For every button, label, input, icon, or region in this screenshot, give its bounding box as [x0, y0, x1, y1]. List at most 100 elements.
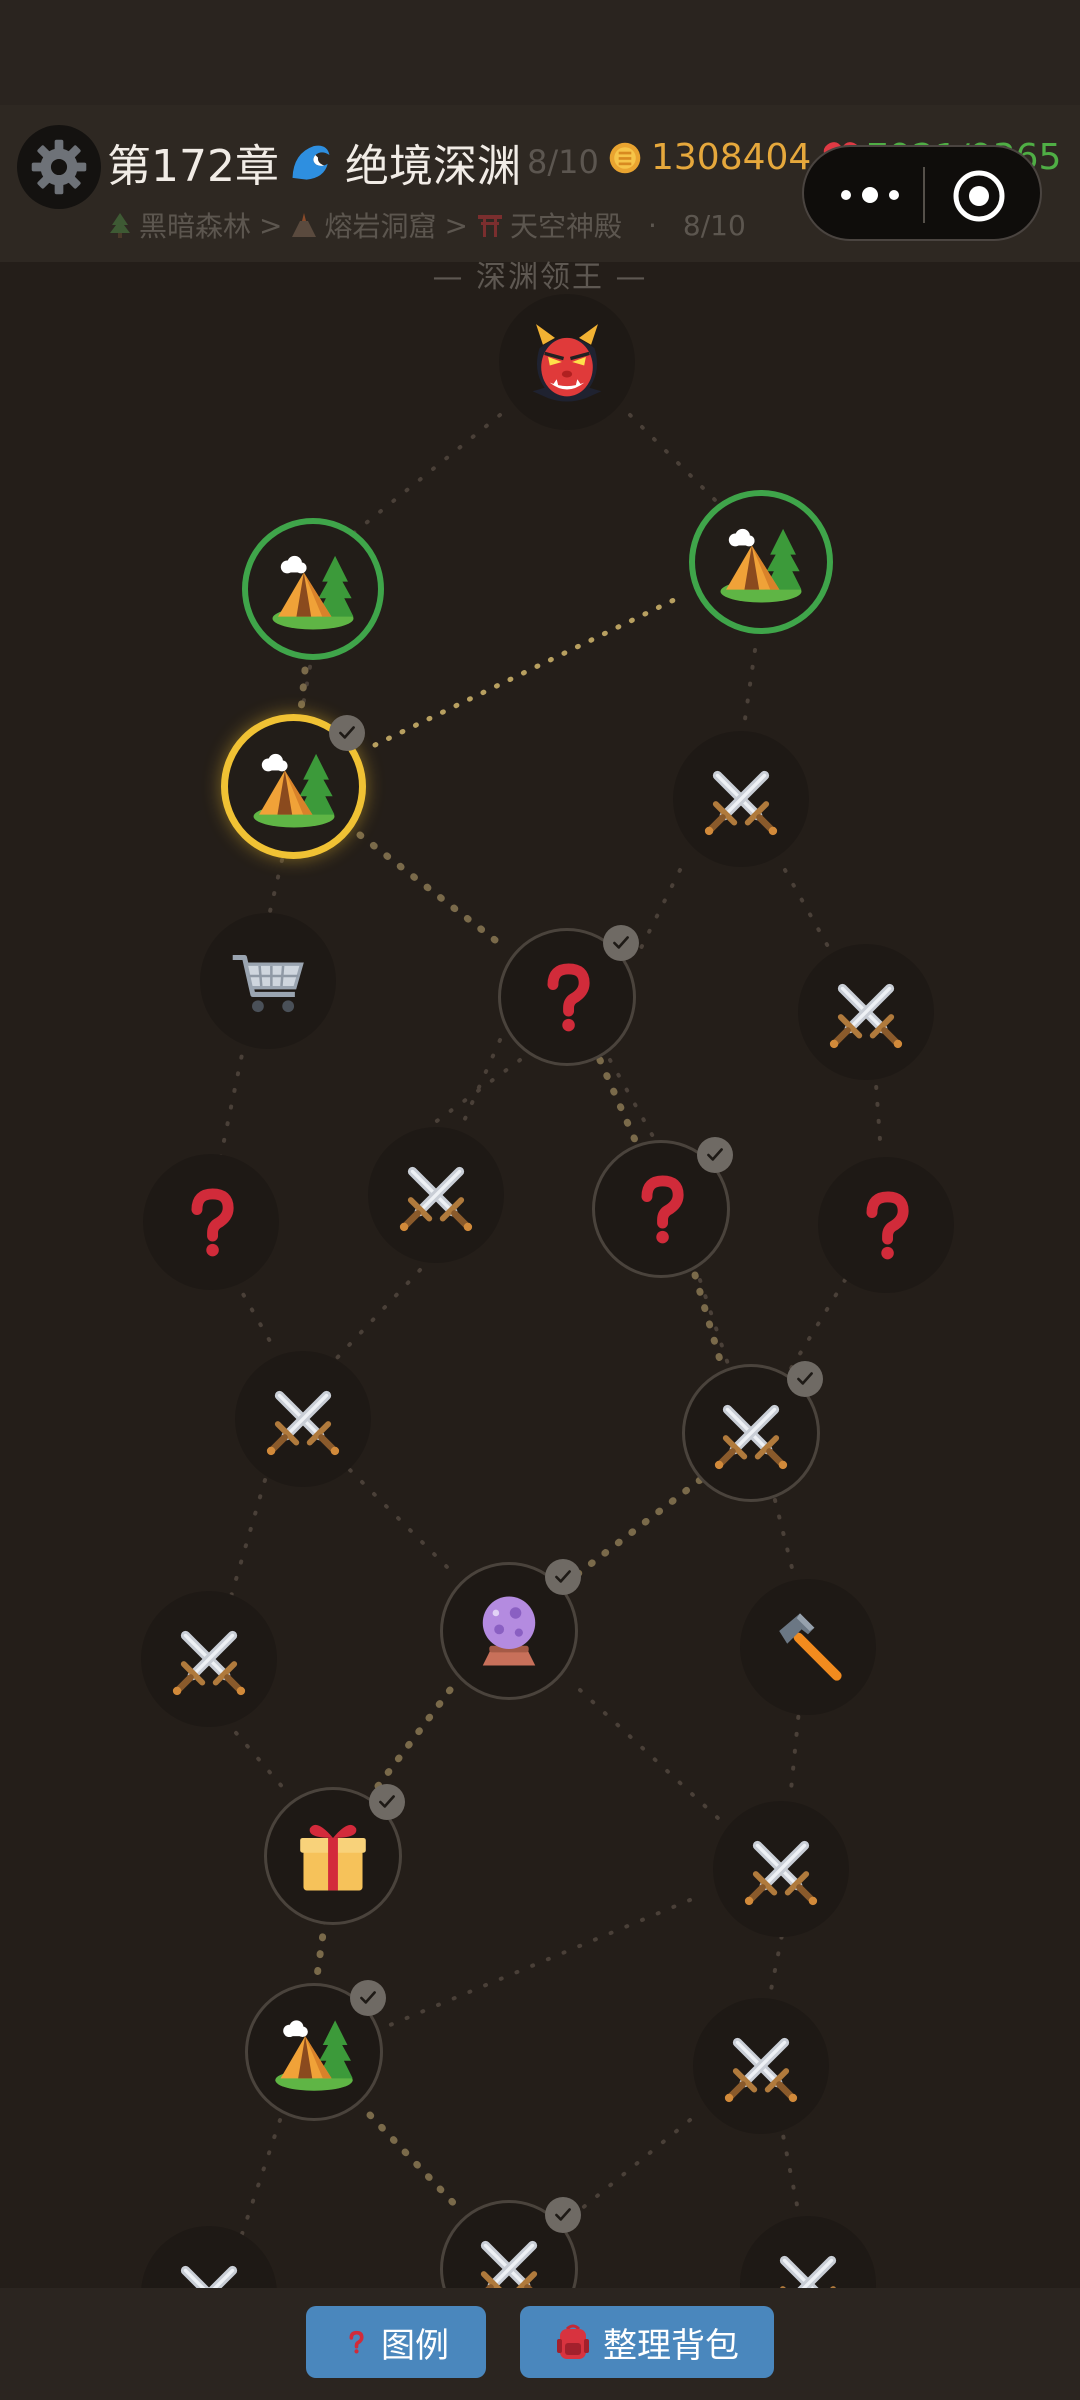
node-event[interactable] — [592, 1137, 733, 1278]
node-battle[interactable] — [235, 1351, 371, 1487]
node-camp[interactable] — [245, 1980, 386, 2121]
breadcrumb-item-forest: 黑暗森林 — [139, 210, 252, 243]
node-camp-current[interactable] — [221, 714, 366, 859]
crossed-swords-icon — [824, 970, 908, 1054]
chapter-name: 绝境深渊 — [344, 141, 521, 192]
breadcrumb-dot: · — [647, 208, 657, 242]
breadcrumb-item-lava: 熔岩洞窟 — [324, 210, 437, 243]
path-segment — [638, 868, 682, 952]
breadcrumb-separator: > — [259, 208, 283, 242]
volcano-icon — [292, 213, 317, 237]
legend-button-label: 图例 — [381, 2325, 449, 2366]
check-icon — [603, 925, 639, 961]
check-icon — [329, 715, 365, 751]
node-battle[interactable] — [713, 1801, 849, 1937]
node-battle[interactable] — [368, 1127, 504, 1263]
check-icon — [369, 1784, 405, 1820]
node-event[interactable] — [818, 1157, 954, 1293]
torii-icon — [477, 215, 502, 237]
check-icon — [787, 1361, 823, 1397]
node-boss[interactable] — [499, 294, 635, 430]
path-segment-visited — [311, 1916, 329, 1994]
node-camp[interactable] — [242, 518, 384, 660]
path-segment — [788, 1278, 847, 1372]
path-segment-visited — [691, 1271, 724, 1364]
tree-icon — [110, 213, 130, 238]
question-mark-icon — [172, 1183, 250, 1261]
legend-button[interactable]: 图例 — [306, 2306, 486, 2378]
node-event[interactable] — [498, 925, 639, 1066]
backpack-icon — [557, 2324, 589, 2359]
chapter-progress: 8/10 — [526, 143, 599, 181]
path-segment — [873, 1068, 882, 1142]
node-shop[interactable] — [200, 913, 336, 1049]
path-segment — [608, 1058, 657, 1142]
crossed-swords-icon — [739, 1827, 823, 1911]
more-icon[interactable] — [832, 177, 908, 213]
path-segment — [578, 2118, 692, 2212]
path-segment — [348, 1468, 452, 1572]
path-segment — [333, 1268, 422, 1362]
crystal-ball-icon — [468, 1590, 550, 1672]
path-segment — [388, 1898, 692, 2027]
question-mark-icon — [343, 2325, 369, 2359]
node-battle[interactable] — [673, 731, 809, 867]
path-segment — [266, 858, 284, 922]
chapter-title: 第172章 绝境深渊 8/10 — [107, 127, 599, 197]
path-segment — [223, 1718, 287, 1792]
breadcrumb-item-temple: 天空神殿 — [509, 210, 622, 243]
node-event[interactable] — [143, 1154, 279, 1290]
breadcrumb: 黑暗森林 > 熔岩洞窟 > 天空神殿 · 8/10 — [107, 203, 746, 247]
path-segment-visited — [356, 831, 499, 944]
check-icon — [545, 2197, 581, 2233]
camping-icon — [267, 543, 359, 635]
path-segment — [218, 1038, 247, 1162]
path-segment — [788, 1698, 802, 1802]
coin-icon — [609, 142, 641, 173]
boss-label: — 深渊领王 — — [432, 260, 648, 295]
camping-icon — [248, 741, 340, 833]
gear-icon — [31, 139, 87, 195]
path-segment — [238, 2118, 282, 2242]
path-segment — [578, 1688, 722, 1822]
settings-button[interactable] — [17, 125, 101, 209]
path-segment — [783, 868, 832, 952]
node-battle[interactable] — [693, 1998, 829, 2134]
node-camp[interactable] — [689, 490, 833, 634]
node-forge[interactable] — [740, 1579, 876, 1715]
shopping-cart-icon — [226, 939, 310, 1023]
crossed-swords-icon — [719, 2024, 803, 2108]
crossed-swords-icon — [167, 1617, 251, 1701]
path-segment-visited — [296, 666, 309, 724]
floor-progress: 8/10 — [682, 208, 746, 242]
path-segment — [740, 648, 757, 742]
path-segment-visited — [566, 1476, 704, 1584]
path-segment — [228, 1478, 267, 1602]
organize-bag-label: 整理背包 — [603, 2325, 739, 2366]
gold-amount: 1308404 — [651, 137, 812, 178]
path-segment-visited — [366, 2111, 464, 2214]
camping-icon — [715, 516, 807, 608]
path-segment-visited — [371, 1686, 454, 1794]
node-gift[interactable] — [264, 1784, 405, 1925]
path-segment-visited — [596, 1056, 639, 1144]
node-crystal-ball[interactable] — [440, 1559, 581, 1700]
camping-icon — [270, 2008, 358, 2096]
node-battle[interactable] — [141, 1591, 277, 1727]
miniprogram-capsule — [802, 145, 1042, 241]
path-segment — [773, 1498, 797, 1582]
crossed-swords-icon — [261, 1377, 345, 1461]
hammer-icon — [768, 1607, 848, 1687]
chapter-number: 第172章 — [107, 141, 279, 192]
crossed-swords-icon — [699, 757, 783, 841]
node-battle[interactable] — [798, 944, 934, 1080]
gold-counter: 1308404 — [607, 137, 811, 178]
path-segment — [343, 413, 502, 542]
capsule-divider — [923, 167, 925, 223]
close-target-icon[interactable] — [952, 169, 1006, 223]
organize-bag-button[interactable]: 整理背包 — [520, 2306, 774, 2378]
node-battle[interactable] — [682, 1361, 823, 1502]
bottom-bar: 图例 整理背包 — [0, 2288, 1080, 2400]
question-mark-icon — [622, 1170, 700, 1248]
question-mark-icon — [528, 958, 606, 1036]
